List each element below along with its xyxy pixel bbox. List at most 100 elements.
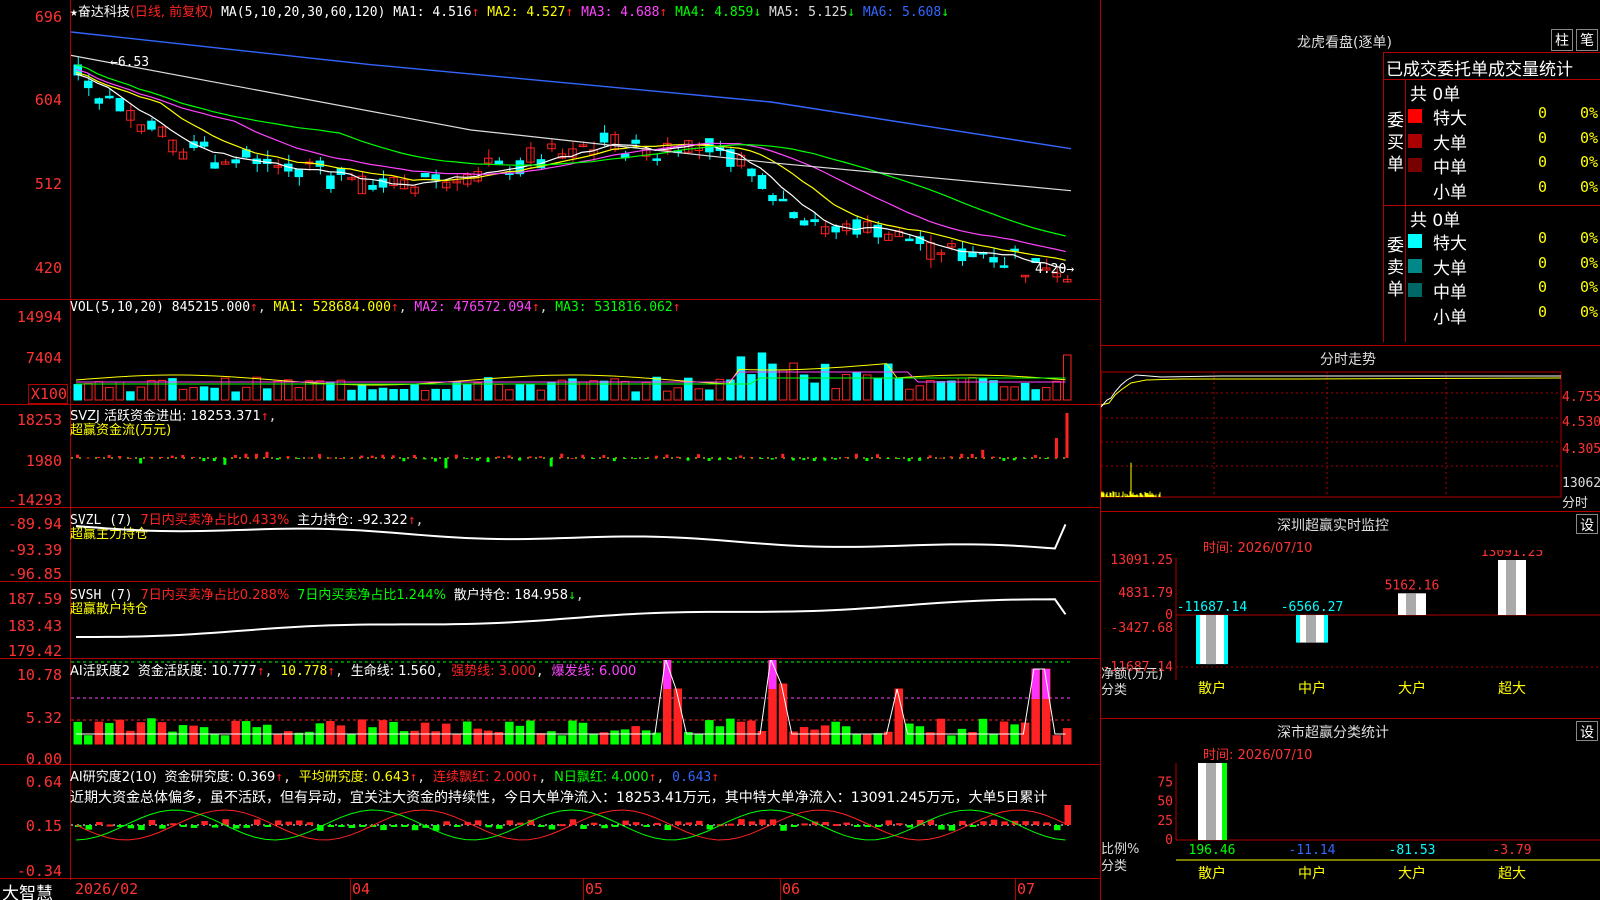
buy-row: 大单 0 0% xyxy=(1408,129,1600,154)
sz-class-settings-button[interactable]: 设 xyxy=(1576,721,1598,741)
flow-bar xyxy=(886,458,890,459)
category-label: 大户 xyxy=(1398,680,1426,697)
volume-bar xyxy=(494,383,504,401)
research-bar xyxy=(801,823,808,826)
category-label: 超大 xyxy=(1498,681,1526,697)
sz-monitor-xcat: 分类 xyxy=(1101,683,1127,698)
volume-bar xyxy=(810,382,819,401)
row-label: 小单 xyxy=(1433,182,1467,203)
research-bar xyxy=(1043,822,1050,825)
svsh-chart[interactable] xyxy=(71,582,1099,657)
svzl-chart[interactable] xyxy=(71,508,1099,580)
ai-research-chart[interactable] xyxy=(71,805,1099,877)
bar-value-label: 196.46 xyxy=(1189,843,1236,858)
flow-bar xyxy=(528,456,532,458)
tick-mode-button[interactable]: 笔 xyxy=(1576,29,1598,51)
order-stats-title: 已成交委托单成交量统计 xyxy=(1386,60,1573,80)
activity-bar xyxy=(262,724,272,745)
flow-bar xyxy=(823,458,827,461)
activity-bar xyxy=(810,729,819,745)
research-bar xyxy=(485,825,493,828)
flow-bar xyxy=(1044,458,1048,459)
flow-bar xyxy=(1023,458,1027,460)
activity-bar xyxy=(936,718,946,745)
ai1-ylabel: 10.78 xyxy=(16,666,62,684)
volume-bar xyxy=(231,391,240,401)
sz-monitor-bar xyxy=(1398,593,1426,615)
ma-line xyxy=(76,71,1066,261)
candle-body xyxy=(94,98,104,104)
vol-chart[interactable] xyxy=(71,310,1099,403)
row-count: 0 xyxy=(1538,253,1548,272)
sz-monitor-settings-button[interactable]: 设 xyxy=(1576,514,1598,534)
candle-body xyxy=(905,238,914,242)
brand-logo[interactable]: 大智慧 xyxy=(2,879,53,900)
ai2-ylabel: -0.34 xyxy=(16,862,62,880)
row-count: 0 xyxy=(1538,153,1548,171)
candle-body xyxy=(336,167,346,175)
volume-bar xyxy=(978,377,988,401)
category-label: 超大 xyxy=(1498,866,1526,882)
svzj-chart[interactable] xyxy=(71,405,1099,506)
ma5-line xyxy=(71,54,1072,192)
candle-body xyxy=(178,151,188,160)
volume-bar xyxy=(105,386,114,401)
research-bar xyxy=(822,821,829,825)
row-label: 中单 xyxy=(1433,283,1467,303)
activity-bar xyxy=(620,729,630,745)
flow-bar xyxy=(139,458,143,464)
volume-bar xyxy=(505,389,514,401)
buy-row: 特大 0 0% xyxy=(1408,104,1600,129)
flow-bar xyxy=(160,456,164,458)
bar-shade xyxy=(1506,560,1516,615)
volume-bar xyxy=(189,387,198,401)
sz-monitor-title: 深圳超赢实时监控 xyxy=(1277,518,1389,534)
x-tick-line xyxy=(583,878,584,900)
buy-side-label: 委买单 xyxy=(1387,111,1404,175)
research-bar xyxy=(327,825,335,827)
flow-bar xyxy=(970,453,974,458)
ma-line xyxy=(76,64,1066,237)
volume-bar xyxy=(989,380,998,401)
sz-class-chart[interactable]: 75 50 25 0 196.46 散户 -11.14 中户 -81.53 大户 -3.79 超大 比例… xyxy=(1101,758,1600,900)
bar-mode-button[interactable]: 柱 xyxy=(1551,29,1573,51)
intraday-ylabel: 4.305 xyxy=(1562,442,1600,457)
volume-bar xyxy=(862,374,872,401)
price-ylabel: 604 xyxy=(34,91,62,109)
activity-bar xyxy=(610,730,619,745)
bar-edge xyxy=(1222,763,1227,840)
sz-monitor-bar xyxy=(1296,615,1328,643)
flow-bar xyxy=(918,458,922,461)
svsh-ylabel: 179.42 xyxy=(7,642,62,660)
activity-bar xyxy=(841,726,851,745)
intraday-chart[interactable] xyxy=(1101,370,1600,512)
color-swatch xyxy=(1408,109,1422,123)
volume-bar xyxy=(757,352,767,401)
price-chart[interactable] xyxy=(71,18,1099,298)
candle-body xyxy=(884,233,893,241)
row-label: 中单 xyxy=(1433,158,1467,178)
volume-bar xyxy=(378,387,388,401)
flow-bar xyxy=(276,458,279,460)
row-pct: 0% xyxy=(1580,229,1599,247)
color-swatch xyxy=(1408,158,1422,172)
sz-monitor-chart[interactable]: 13091.254831.790-3427.68-11687.14-11687.… xyxy=(1101,550,1600,715)
sz-class-title: 深市超赢分类统计 xyxy=(1277,725,1389,741)
research-bar xyxy=(232,825,240,829)
category-label: 散户 xyxy=(1198,865,1226,882)
research-bar xyxy=(938,825,945,830)
activity-bar xyxy=(652,732,661,745)
volume-bar xyxy=(905,388,914,401)
category-label: 大户 xyxy=(1398,865,1426,882)
research-bar xyxy=(948,825,956,831)
x-tick-line xyxy=(350,878,351,900)
volume-bar xyxy=(115,381,125,401)
candle-body xyxy=(368,184,377,190)
intraday-frame xyxy=(1101,371,1562,498)
ai-active-chart[interactable] xyxy=(71,660,1099,763)
activity-bar xyxy=(715,726,725,745)
volume-bar xyxy=(873,377,883,401)
x-tick: 07 xyxy=(1017,880,1036,898)
volume-bar xyxy=(915,385,925,401)
research-bar xyxy=(696,820,703,825)
